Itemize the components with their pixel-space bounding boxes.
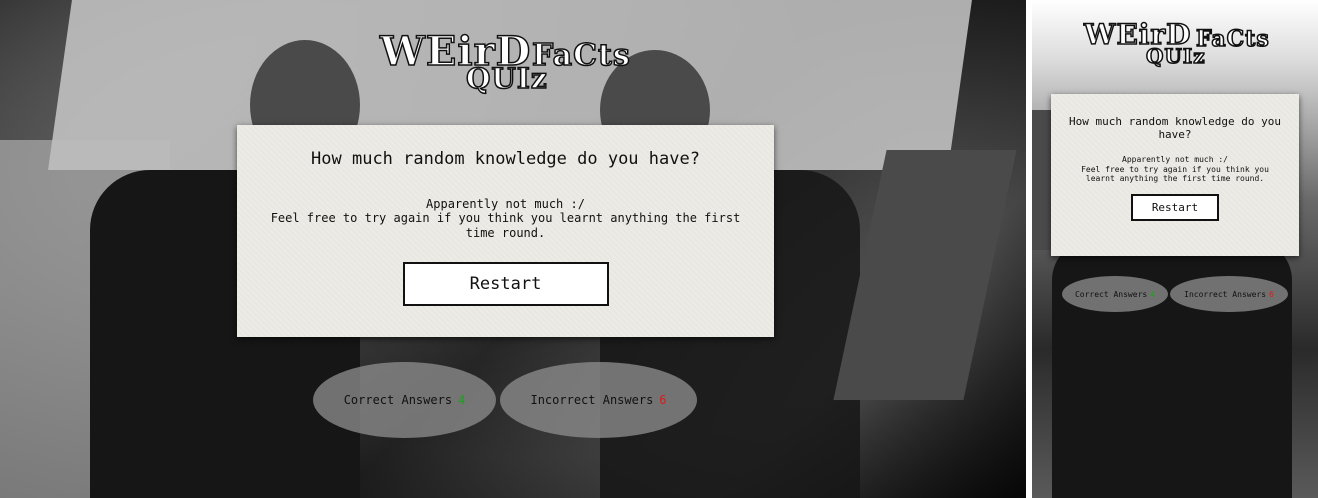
result-message-line2-mobile: Feel free to try again if you think you … [1081,164,1269,184]
restart-button[interactable]: Restart [402,262,609,307]
result-message-line2: Feel free to try again if you think you … [270,211,741,240]
correct-answers-badge: Correct Answers 4 [313,362,496,438]
quiz-card: How much random knowledge do you have? A… [237,125,774,337]
logo-line3: QUIz [465,61,548,96]
correct-answers-label: Correct Answers [343,393,453,407]
result-message-line1-mobile: Apparently not much :/ [1122,155,1228,165]
correct-answers-label-mobile: Correct Answers [1074,289,1148,299]
desktop-view: WEirD FaCts QUIz How much random knowled… [0,0,1026,498]
logo-mobile-line2: FaCts [1195,25,1270,53]
quiz-card-mobile: How much random knowledge do you have? A… [1051,94,1299,256]
incorrect-answers-badge: Incorrect Answers 6 [500,362,697,438]
restart-button-mobile[interactable]: Restart [1131,194,1219,222]
incorrect-answers-count: 6 [659,393,667,407]
background-curtain [833,150,1017,400]
incorrect-answers-count-mobile: 6 [1269,289,1274,299]
background-edge-mobile [1032,110,1052,250]
background-wall-left [0,140,170,498]
incorrect-answers-label: Incorrect Answers [530,393,654,407]
correct-answers-count: 4 [458,393,466,407]
logo-mobile: WEirD FaCts QUIz [1083,8,1274,74]
result-message-line1: Apparently not much :/ [426,197,585,211]
quiz-question: How much random knowledge do you have? [311,149,700,169]
logo-mobile-line3: QUIz [1145,43,1206,69]
quiz-question-mobile: How much random knowledge do you have? [1069,115,1281,141]
logo: WEirD FaCts QUIz [379,10,640,100]
incorrect-answers-label-mobile: Incorrect Answers [1184,289,1267,299]
incorrect-answers-badge-mobile: Incorrect Answers 6 [1170,276,1288,312]
correct-answers-count-mobile: 4 [1150,289,1156,299]
mobile-view: WEirD FaCts QUIz How much random knowled… [1032,0,1318,498]
correct-answers-badge-mobile: Correct Answers 4 [1062,276,1168,312]
